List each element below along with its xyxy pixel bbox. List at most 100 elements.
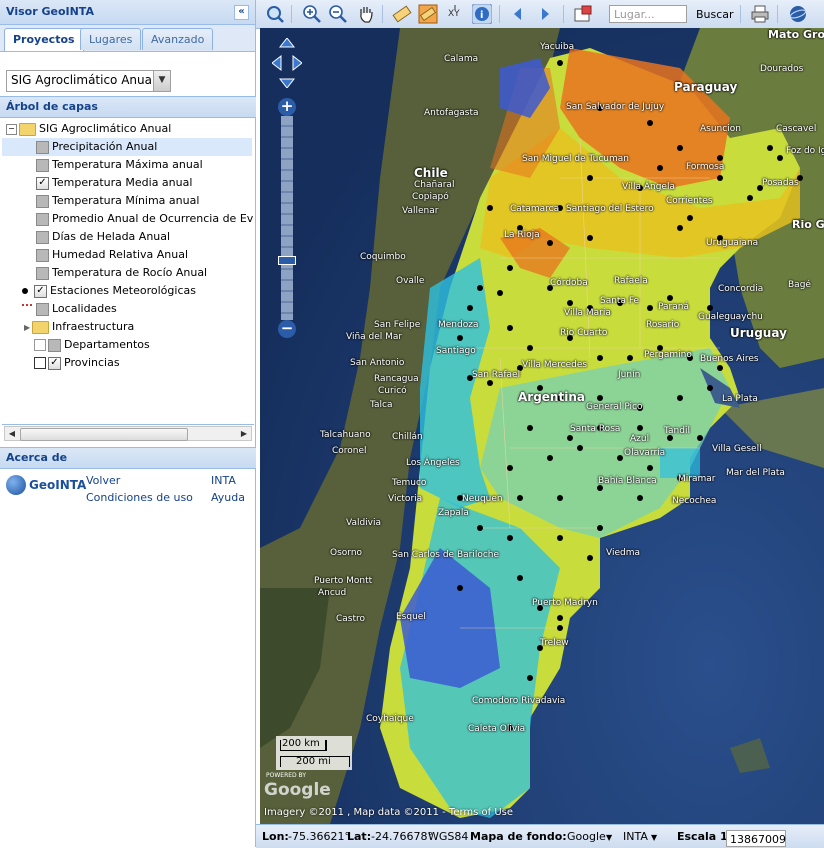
pan-control[interactable] — [272, 38, 302, 88]
tab-proyectos[interactable]: Proyectos — [4, 28, 84, 51]
coordinates-xy-icon[interactable]: XY — [445, 4, 465, 24]
layer-item-eventos[interactable]: Promedio Anual de Ocurrencia de Eventos — [36, 210, 254, 228]
station-marker[interactable] — [507, 465, 513, 471]
chevron-down-icon[interactable]: ▼ — [153, 71, 170, 91]
chevron-down-icon[interactable]: ▼ — [651, 833, 657, 842]
station-marker[interactable] — [697, 435, 703, 441]
layer-item-helada[interactable]: Días de Helada Anual — [36, 228, 170, 246]
station-marker[interactable] — [717, 155, 723, 161]
station-marker[interactable] — [677, 225, 683, 231]
station-marker[interactable] — [557, 615, 563, 621]
layer-item-localidades[interactable]: Localidades — [22, 300, 117, 318]
pan-hand-icon[interactable] — [356, 4, 376, 24]
tree-root[interactable]: − SIG Agroclimático Anual — [6, 120, 171, 138]
station-marker[interactable] — [647, 465, 653, 471]
station-marker[interactable] — [527, 675, 533, 681]
station-marker[interactable] — [717, 175, 723, 181]
station-marker[interactable] — [597, 525, 603, 531]
station-marker[interactable] — [767, 145, 773, 151]
station-marker[interactable] — [677, 395, 683, 401]
station-marker[interactable] — [547, 240, 553, 246]
print-icon[interactable] — [750, 4, 770, 24]
layer-checkbox[interactable] — [36, 158, 49, 172]
zoom-slider[interactable]: + − — [278, 98, 296, 338]
station-marker[interactable] — [557, 495, 563, 501]
station-marker[interactable] — [507, 325, 513, 331]
layer-checkbox-checked[interactable]: ✓ — [34, 284, 47, 298]
station-marker[interactable] — [507, 265, 513, 271]
station-marker[interactable] — [457, 585, 463, 591]
zoom-minus-button[interactable]: − — [278, 320, 296, 338]
station-marker[interactable] — [557, 625, 563, 631]
station-marker[interactable] — [567, 300, 573, 306]
station-marker[interactable] — [557, 535, 563, 541]
station-marker[interactable] — [477, 525, 483, 531]
tab-avanzado[interactable]: Avanzado — [142, 28, 214, 50]
station-marker[interactable] — [527, 345, 533, 351]
layer-item-temp-min[interactable]: Temperatura Mínima anual — [36, 192, 199, 210]
station-marker[interactable] — [487, 380, 493, 386]
next-extent-icon[interactable] — [535, 4, 555, 24]
station-marker[interactable] — [547, 455, 553, 461]
base-map-inta[interactable]: INTA — [623, 830, 648, 843]
station-marker[interactable] — [677, 145, 683, 151]
station-marker[interactable] — [587, 555, 593, 561]
layer-tree-scrollbar[interactable]: ◀ ▶ — [4, 426, 252, 441]
station-marker[interactable] — [617, 455, 623, 461]
zoom-track[interactable] — [281, 116, 293, 320]
station-marker[interactable] — [457, 335, 463, 341]
zoom-extent-icon[interactable] — [265, 4, 285, 24]
station-marker[interactable] — [567, 435, 573, 441]
layer-checkbox[interactable] — [36, 194, 49, 208]
globe-icon[interactable] — [788, 4, 808, 24]
station-marker[interactable] — [597, 355, 603, 361]
station-marker[interactable] — [637, 495, 643, 501]
layer-item-provincias[interactable]: ✓ Provincias — [34, 354, 120, 372]
layer-checkbox-checked[interactable]: ✓ — [36, 176, 49, 190]
station-marker[interactable] — [497, 290, 503, 296]
measure-line-icon[interactable] — [392, 4, 412, 24]
station-marker[interactable] — [637, 425, 643, 431]
scroll-thumb[interactable] — [20, 428, 188, 441]
layer-item-estaciones[interactable]: ✓ Estaciones Meteorológicas — [22, 282, 196, 300]
measure-area-icon[interactable] — [418, 4, 438, 24]
base-map-google[interactable]: Google — [567, 830, 606, 843]
search-button[interactable]: Buscar — [696, 8, 734, 21]
station-marker[interactable] — [597, 395, 603, 401]
station-marker[interactable] — [647, 305, 653, 311]
map-attribution[interactable]: Imagery ©2011 , Map data ©2011 - Terms o… — [264, 807, 513, 818]
info-icon[interactable]: i — [472, 4, 492, 24]
link-volver[interactable]: Volver — [86, 474, 120, 487]
scroll-right-icon[interactable]: ▶ — [237, 427, 251, 440]
tab-lugares[interactable]: Lugares — [80, 28, 142, 50]
station-marker[interactable] — [587, 175, 593, 181]
station-marker[interactable] — [527, 425, 533, 431]
zoom-plus-button[interactable]: + — [278, 98, 296, 116]
layer-checkbox[interactable] — [36, 212, 49, 226]
station-marker[interactable] — [487, 205, 493, 211]
station-marker[interactable] — [657, 165, 663, 171]
layer-item-humedad[interactable]: Humedad Relativa Anual — [36, 246, 188, 264]
station-marker[interactable] — [647, 120, 653, 126]
scroll-left-icon[interactable]: ◀ — [5, 427, 19, 440]
map-view[interactable]: Chile Argentina Paraguay Uruguay Mato Gr… — [260, 28, 824, 824]
layer-checkbox[interactable] — [36, 230, 49, 244]
station-marker[interactable] — [627, 355, 633, 361]
layer-checkbox[interactable] — [36, 140, 49, 154]
tree-folder-infraestructura[interactable]: ▶ Infraestructura — [24, 318, 134, 336]
map-overview-icon[interactable] — [573, 4, 593, 24]
layer-checkbox[interactable] — [48, 338, 61, 352]
link-ayuda[interactable]: Ayuda — [211, 491, 245, 504]
station-marker[interactable] — [747, 195, 753, 201]
station-marker[interactable] — [557, 60, 563, 66]
previous-extent-icon[interactable] — [508, 4, 528, 24]
layer-item-temp-max[interactable]: Temperatura Máxima anual — [36, 156, 203, 174]
layer-checkbox[interactable] — [36, 248, 49, 262]
layer-checkbox[interactable] — [36, 266, 49, 280]
station-marker[interactable] — [667, 295, 673, 301]
station-marker[interactable] — [707, 305, 713, 311]
project-select[interactable]: SIG Agroclimático Anual ▼ — [6, 70, 171, 92]
layer-checkbox-checked[interactable]: ✓ — [48, 356, 61, 370]
station-marker[interactable] — [507, 535, 513, 541]
station-marker[interactable] — [517, 575, 523, 581]
